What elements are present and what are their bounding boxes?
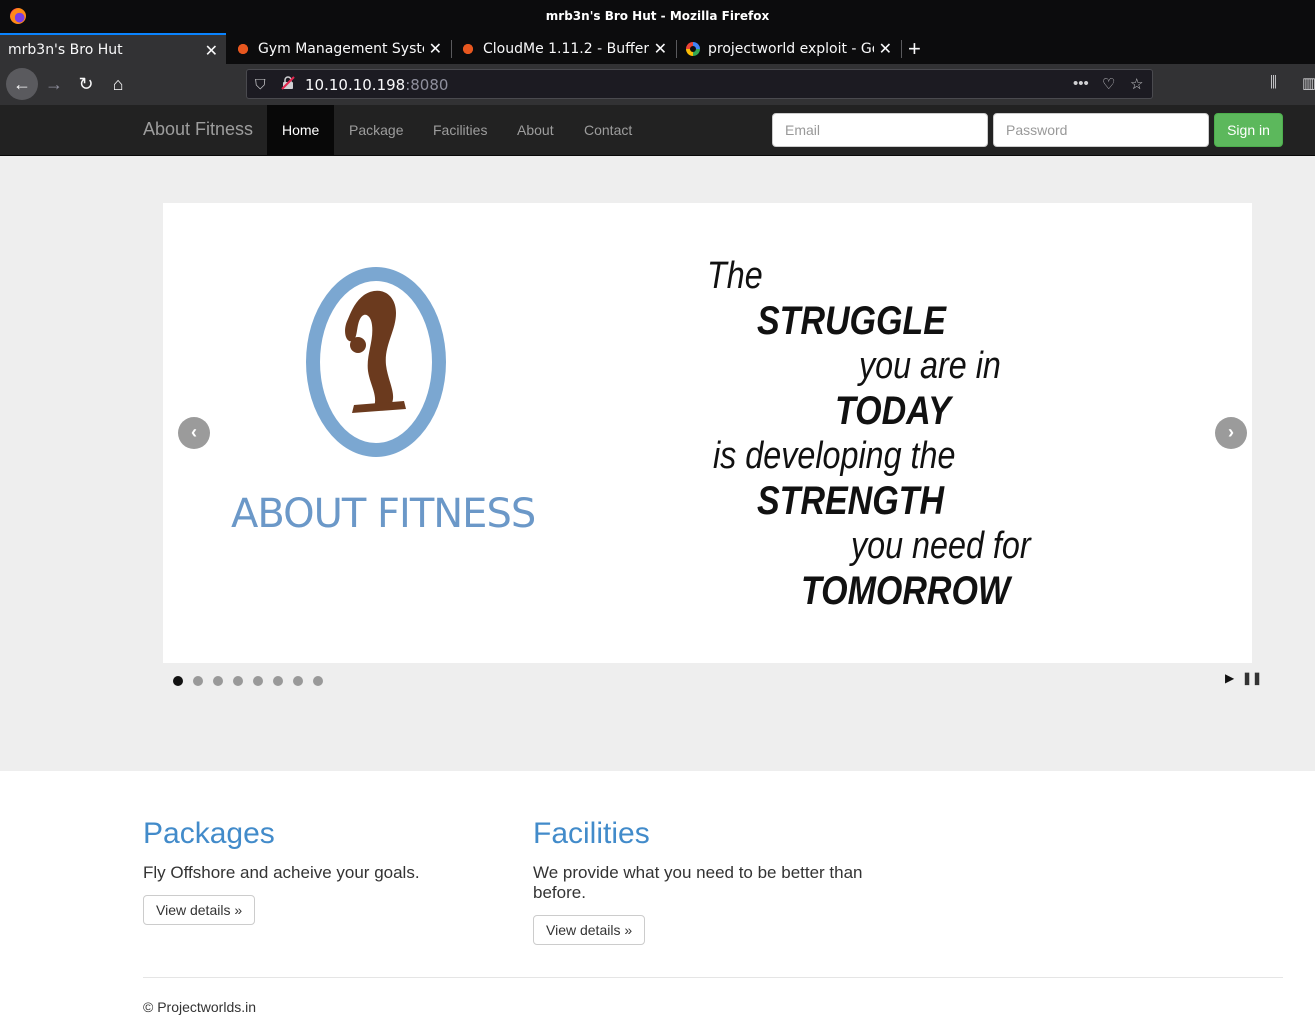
site-brand[interactable]: About Fitness <box>143 119 253 140</box>
quote-line: TODAY <box>835 389 951 433</box>
close-tab-icon[interactable]: ✕ <box>205 41 218 60</box>
packages-heading: Packages <box>143 817 275 850</box>
window-title: mrb3n's Bro Hut - Mozilla Firefox <box>545 9 770 23</box>
tab-label: projectworld exploit - Go <box>708 40 874 57</box>
reload-icon[interactable]: ↻ <box>70 68 102 100</box>
carousel-dot-7[interactable] <box>293 676 303 686</box>
carousel-dot-1[interactable] <box>173 676 183 686</box>
google-icon <box>686 41 700 56</box>
facilities-heading: Facilities <box>533 817 650 850</box>
close-tab-icon[interactable]: ✕ <box>654 39 667 58</box>
facilities-column: Facilities We provide what you need to b… <box>533 817 893 945</box>
exploit-db-icon <box>233 38 253 59</box>
close-tab-icon[interactable]: ✕ <box>429 39 442 58</box>
password-input[interactable]: Password <box>993 113 1209 147</box>
tab-label: CloudMe 1.11.2 - Buffer O <box>483 40 649 57</box>
tab-gym-management[interactable]: Gym Management Syster ✕ <box>228 33 450 64</box>
footer-copyright: © Projectworlds.in <box>143 999 257 1015</box>
nav-about[interactable]: About <box>502 105 569 155</box>
site-navbar: About Fitness Home Package Facilities Ab… <box>0 105 1315 156</box>
tab-projectworld-exploit[interactable]: projectworld exploit - Go ✕ <box>678 33 900 64</box>
packages-column: Packages Fly Offshore and acheive your g… <box>143 817 503 925</box>
back-arrow-icon[interactable]: ← <box>6 68 38 100</box>
carousel-dot-3[interactable] <box>213 676 223 686</box>
quote-line: is developing the <box>713 435 956 477</box>
nav-contact[interactable]: Contact <box>569 105 647 155</box>
bookmark-star-icon[interactable]: ☆ <box>1130 75 1143 93</box>
close-tab-icon[interactable]: ✕ <box>879 39 892 58</box>
url-port: :8080 <box>405 76 449 94</box>
carousel-dot-2[interactable] <box>193 676 203 686</box>
email-input[interactable]: Email <box>772 113 988 147</box>
quote-line: STRUGGLE <box>757 299 946 343</box>
carousel-next-button[interactable]: › <box>1215 417 1247 449</box>
address-bar[interactable]: ⛉ 10.10.10.198:8080 ••• ♡ ☆ <box>246 69 1153 99</box>
tab-separator <box>676 40 677 58</box>
url-text[interactable]: 10.10.10.198:8080 <box>305 76 448 94</box>
tab-cloudme[interactable]: CloudMe 1.11.2 - Buffer O ✕ <box>453 33 675 64</box>
carousel-dot-8[interactable] <box>313 676 323 686</box>
packages-view-details-button[interactable]: View details » <box>143 895 256 925</box>
web-page: About Fitness Home Package Facilities Ab… <box>0 105 1315 1035</box>
insecure-lock-icon[interactable] <box>281 76 295 90</box>
about-fitness-logo-text: ABOUT FITNESS <box>231 491 536 537</box>
exploit-db-icon <box>458 38 478 59</box>
quote-line: you are in <box>859 345 1001 387</box>
tab-separator <box>901 40 902 58</box>
nav-package[interactable]: Package <box>334 105 418 155</box>
carousel-section: ABOUT FITNESS The STRUGGLE you are in TO… <box>0 156 1315 771</box>
pause-icon[interactable]: ❚❚ <box>1242 671 1262 685</box>
carousel-dot-4[interactable] <box>233 676 243 686</box>
quote-line: STRENGTH <box>757 479 944 523</box>
play-icon[interactable]: ▶ <box>1225 671 1234 685</box>
quote-line: you need for <box>851 525 1031 567</box>
new-tab-plus-icon[interactable]: + <box>908 36 921 62</box>
tab-mrb3n-bro-hut[interactable]: mrb3n's Bro Hut ✕ <box>0 33 226 64</box>
carousel-slide: ABOUT FITNESS The STRUGGLE you are in TO… <box>163 203 1252 663</box>
tracking-shield-icon[interactable]: ⛉ <box>255 76 266 93</box>
footer-divider <box>143 977 1283 978</box>
browser-toolbar: ← → ↻ ⌂ ⛉ 10.10.10.198:8080 ••• ♡ ☆ ⫼ ▥ <box>0 64 1315 105</box>
sidebar-icon[interactable]: ▥ <box>1302 74 1315 92</box>
forward-arrow-icon[interactable]: → <box>38 68 70 100</box>
tab-separator <box>451 40 452 58</box>
facilities-view-details-button[interactable]: View details » <box>533 915 646 945</box>
carousel-indicators <box>173 676 323 686</box>
tab-label: Gym Management Syster <box>258 40 424 57</box>
facilities-text: We provide what you need to be better th… <box>533 863 863 902</box>
carousel-prev-button[interactable]: ‹ <box>178 417 210 449</box>
sign-in-button[interactable]: Sign in <box>1214 113 1283 147</box>
quote-line: The <box>707 255 763 297</box>
home-icon[interactable]: ⌂ <box>102 68 134 100</box>
carousel-dot-5[interactable] <box>253 676 263 686</box>
tab-strip: mrb3n's Bro Hut ✕ Gym Management Syster … <box>0 33 1315 64</box>
yoga-figure-icon <box>345 290 406 413</box>
carousel-dot-6[interactable] <box>273 676 283 686</box>
nav-facilities[interactable]: Facilities <box>418 105 502 155</box>
pocket-icon[interactable]: ♡ <box>1102 75 1115 93</box>
quote-line: TOMORROW <box>801 569 1011 613</box>
nav-home[interactable]: Home <box>267 105 335 155</box>
tab-label: mrb3n's Bro Hut <box>8 41 123 58</box>
page-actions-icon[interactable]: ••• <box>1073 75 1089 92</box>
window-titlebar: mrb3n's Bro Hut - Mozilla Firefox <box>0 0 1315 33</box>
library-icon[interactable]: ⫼ <box>1270 74 1277 91</box>
url-host: 10.10.10.198 <box>305 76 406 94</box>
packages-text: Fly Offshore and acheive your goals. <box>143 863 420 882</box>
